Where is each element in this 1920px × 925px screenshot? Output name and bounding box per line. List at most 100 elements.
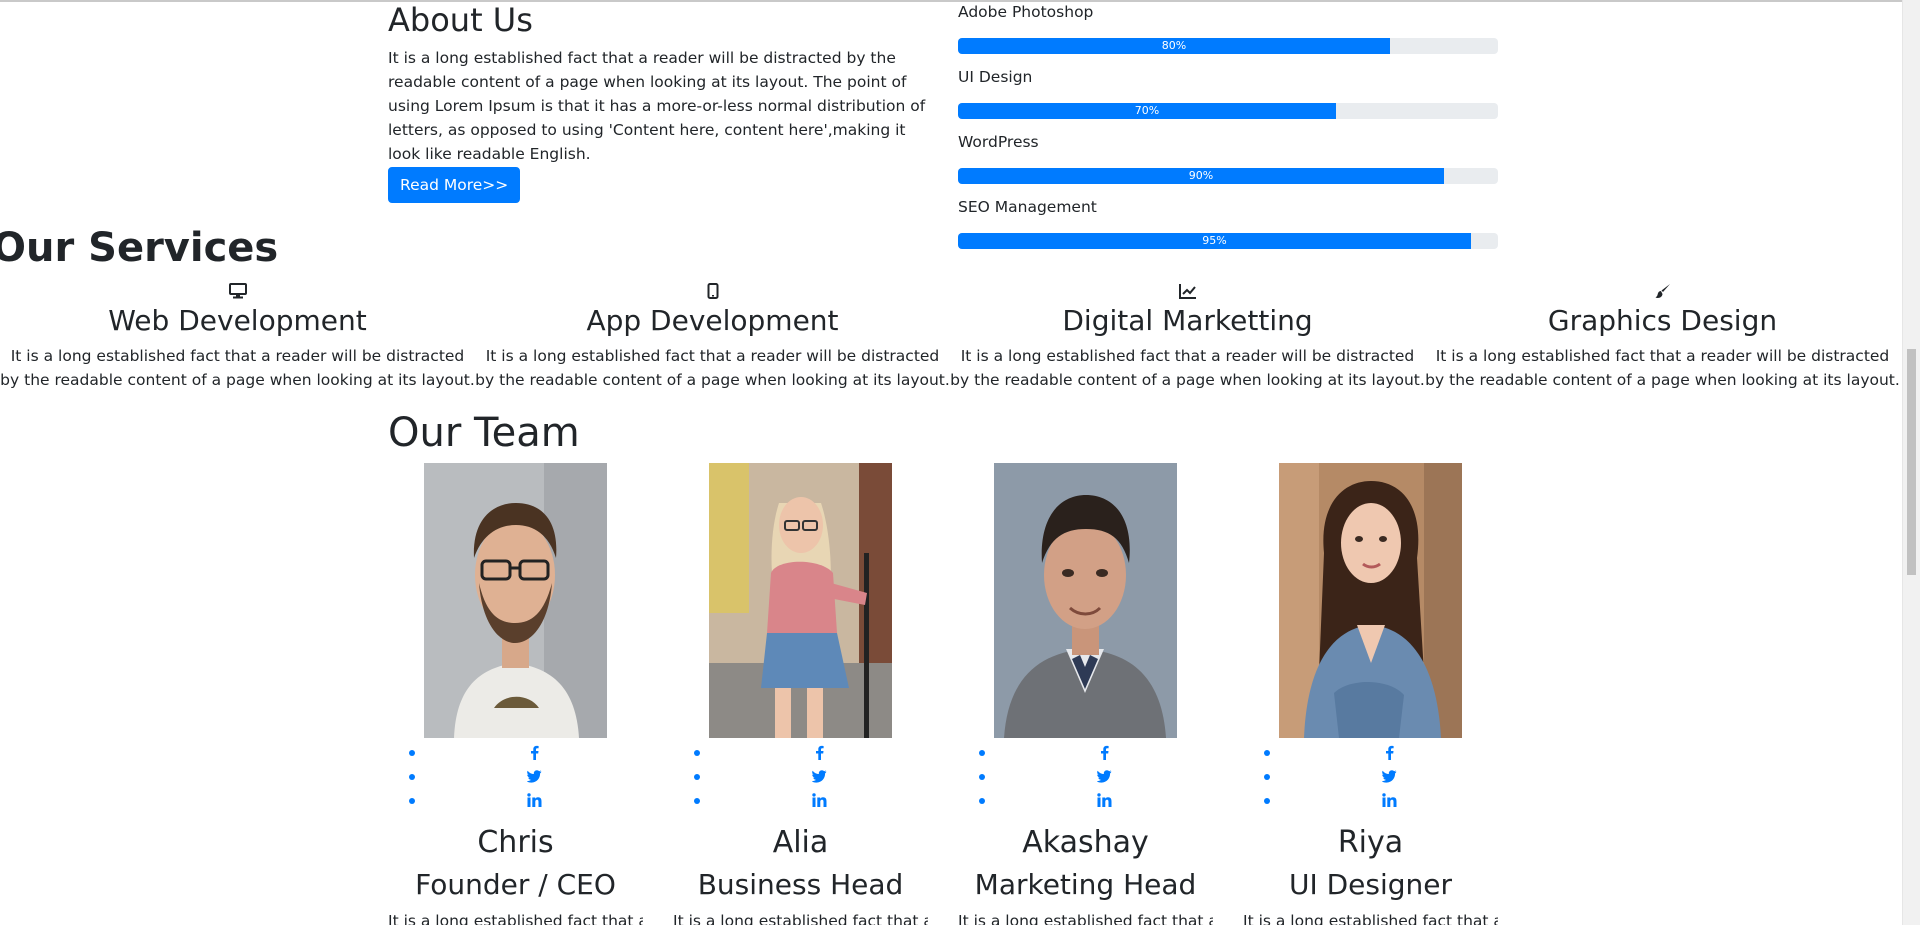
chart-line-icon (950, 280, 1425, 302)
skill-item: UI Design 70% (958, 66, 1498, 119)
service-title: Web Development (108, 304, 367, 337)
social-list-item (1243, 788, 1528, 812)
team-title: Our Team (388, 410, 580, 456)
vertical-scrollbar[interactable] (1902, 0, 1920, 925)
service-text: It is a long established fact that a rea… (0, 347, 475, 389)
top-divider (0, 0, 1905, 2)
social-list-item (673, 740, 958, 764)
read-more-button[interactable]: Read More>> (388, 167, 521, 203)
skill-progress-track: 95% (958, 233, 1498, 249)
skill-progress-bar: 70% (958, 103, 1336, 119)
skill-progress-track: 80% (958, 38, 1498, 54)
twitter-icon[interactable] (1095, 767, 1113, 785)
member-name: Akashay (1022, 825, 1149, 860)
member-description: It is a long established fact that a rea… (958, 912, 1213, 925)
list-bullet (979, 750, 985, 756)
facebook-icon[interactable] (525, 743, 543, 761)
team-member-card: Akashay Marketing Head It is a long esta… (958, 463, 1243, 925)
paint-brush-icon (1425, 280, 1900, 302)
skill-label: WordPress (958, 133, 1039, 151)
linkedin-icon[interactable] (1095, 791, 1113, 809)
desktop-icon (0, 280, 475, 302)
twitter-icon[interactable] (810, 767, 828, 785)
facebook-icon[interactable] (1095, 743, 1113, 761)
member-photo (1279, 463, 1462, 738)
skills-section: Adobe Photoshop 80% UI Design 70% WordPr… (958, 1, 1498, 261)
service-text: It is a long established fact that a rea… (475, 347, 950, 389)
social-list-item (673, 788, 958, 812)
member-photo (424, 463, 607, 738)
list-bullet (1264, 798, 1270, 804)
social-list-item (388, 788, 673, 812)
mobile-icon (475, 280, 950, 302)
member-photo (994, 463, 1177, 738)
skill-progress-track: 90% (958, 168, 1498, 184)
social-list-item (958, 740, 1243, 764)
linkedin-icon[interactable] (1380, 791, 1398, 809)
team-member-card: Riya UI Designer It is a long establishe… (1243, 463, 1528, 925)
list-bullet (409, 798, 415, 804)
service-text: It is a long established fact that a rea… (1425, 347, 1900, 389)
member-name: Riya (1337, 825, 1404, 860)
list-bullet (979, 774, 985, 780)
service-title: Graphics Design (1547, 304, 1778, 337)
scrollbar-thumb[interactable] (1907, 349, 1916, 575)
social-links (1243, 740, 1528, 812)
service-card: Web Development It is a long established… (0, 280, 475, 392)
list-bullet (694, 774, 700, 780)
social-list-item (958, 764, 1243, 788)
member-description: It is a long established fact that a rea… (1243, 912, 1498, 925)
list-bullet (694, 798, 700, 804)
service-text: It is a long established fact that a rea… (950, 347, 1425, 389)
service-title: Digital Marketting (1062, 304, 1313, 337)
member-role: Business Head (697, 868, 904, 901)
member-name: Alia (772, 825, 829, 860)
member-name: Chris (477, 825, 554, 860)
social-list-item (1243, 764, 1528, 788)
list-bullet (409, 774, 415, 780)
list-bullet (1264, 774, 1270, 780)
skill-item: SEO Management 95% (958, 196, 1498, 249)
list-bullet (1264, 750, 1270, 756)
social-links (958, 740, 1243, 812)
member-role: Marketing Head (974, 868, 1197, 901)
services-title: Our Services (0, 225, 279, 271)
services-row: Web Development It is a long established… (0, 280, 1900, 392)
social-list-item (388, 740, 673, 764)
about-text: It is a long established fact that a rea… (388, 49, 926, 163)
list-bullet (979, 798, 985, 804)
social-list-item (673, 764, 958, 788)
skill-progress-bar: 90% (958, 168, 1444, 184)
linkedin-icon[interactable] (525, 791, 543, 809)
skill-label: SEO Management (958, 198, 1097, 216)
skill-label: UI Design (958, 68, 1033, 86)
skill-progress-track: 70% (958, 103, 1498, 119)
skill-progress-bar: 95% (958, 233, 1471, 249)
skill-item: WordPress 90% (958, 131, 1498, 184)
list-bullet (409, 750, 415, 756)
about-section: About Us It is a long established fact t… (388, 0, 928, 203)
service-card: App Development It is a long established… (475, 280, 950, 392)
linkedin-icon[interactable] (810, 791, 828, 809)
facebook-icon[interactable] (810, 743, 828, 761)
team-row: Chris Founder / CEO It is a long establi… (388, 463, 1528, 925)
member-description: It is a long established fact that a rea… (673, 912, 928, 925)
member-role: Founder / CEO (415, 868, 616, 901)
skill-label: Adobe Photoshop (958, 3, 1094, 21)
list-bullet (694, 750, 700, 756)
social-list-item (388, 764, 673, 788)
social-list-item (1243, 740, 1528, 764)
twitter-icon[interactable] (525, 767, 543, 785)
team-member-card: Alia Business Head It is a long establis… (673, 463, 958, 925)
service-card: Graphics Design It is a long established… (1425, 280, 1900, 392)
member-description: It is a long established fact that a rea… (388, 912, 643, 925)
member-role: UI Designer (1288, 868, 1453, 901)
skill-progress-bar: 80% (958, 38, 1390, 54)
service-card: Digital Marketting It is a long establis… (950, 280, 1425, 392)
facebook-icon[interactable] (1380, 743, 1398, 761)
social-links (673, 740, 958, 812)
social-links (388, 740, 673, 812)
about-title: About Us (388, 1, 533, 39)
twitter-icon[interactable] (1380, 767, 1398, 785)
social-list-item (958, 788, 1243, 812)
